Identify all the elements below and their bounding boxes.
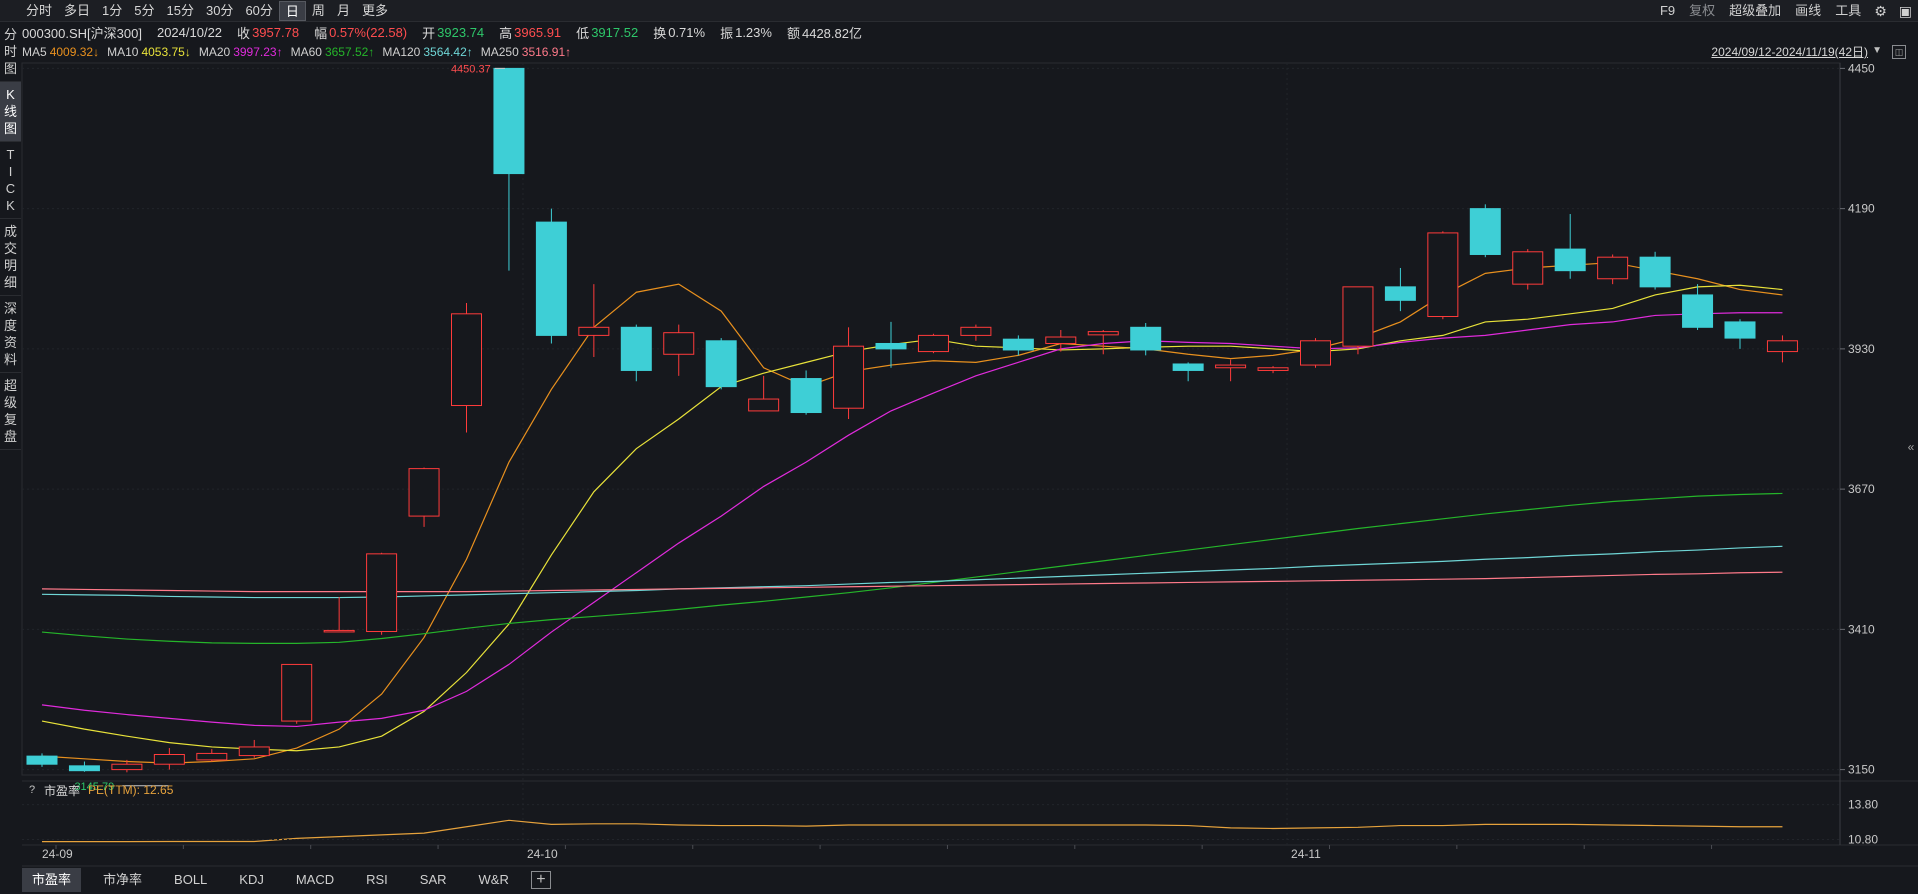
- candle-body-1: [68, 765, 100, 772]
- pe-tick-label-1: 10.80: [1848, 833, 1878, 847]
- candle-body-17: [748, 398, 780, 412]
- max-price-label: 4450.37: [451, 63, 491, 75]
- indicator-tab-2[interactable]: BOLL: [164, 868, 217, 892]
- indicator-tab-7[interactable]: W&R: [469, 868, 519, 892]
- candle-body-24: [1045, 336, 1077, 344]
- double-chevron-left-icon[interactable]: «: [1904, 440, 1918, 460]
- candle-body-39: [1682, 294, 1714, 328]
- candle-body-0: [26, 755, 58, 765]
- left-tab-2[interactable]: T I C K: [0, 142, 21, 219]
- indicator-header: ? 市盈率 PE(TTM): 12.65: [26, 782, 173, 798]
- candle-body-23: [1002, 338, 1034, 351]
- candle-body-36: [1554, 248, 1586, 272]
- candle-body-12: [535, 221, 567, 336]
- candle-body-35: [1512, 251, 1544, 285]
- candle-body-27: [1172, 363, 1204, 371]
- kline-chart[interactable]: 4450 4190 3930 3670 3410 3150 24-09 24-10 24-11 4…: [0, 0, 1918, 894]
- indicator-tab-4[interactable]: MACD: [286, 868, 344, 892]
- y-tick-label-1: 4190: [1848, 202, 1875, 216]
- candle-body-21: [917, 334, 949, 353]
- y-tick-label-0: 4450: [1848, 61, 1875, 75]
- y-tick-label-5: 3150: [1848, 763, 1875, 777]
- candle-body-18: [790, 378, 822, 414]
- left-view-tabs: 分 时 图K 线 图T I C K成 交 明 细深 度 资 料超 级 复 盘: [0, 22, 21, 450]
- candle-body-29: [1257, 367, 1289, 371]
- left-tab-3[interactable]: 成 交 明 细: [0, 219, 21, 296]
- candle-body-40: [1724, 321, 1756, 339]
- indicator-tab-3[interactable]: KDJ: [229, 868, 274, 892]
- y-tick-label-3: 3670: [1848, 482, 1875, 496]
- candle-body-32: [1384, 286, 1416, 301]
- candle-body-25: [1087, 331, 1119, 336]
- candle-body-4: [196, 752, 228, 761]
- candle-body-6: [281, 663, 313, 722]
- candle-body-33: [1427, 232, 1459, 318]
- candle-body-5: [238, 746, 270, 757]
- indicator-name: 市盈率: [44, 783, 81, 798]
- left-tab-1[interactable]: K 线 图: [0, 82, 21, 142]
- help-icon[interactable]: ?: [26, 784, 38, 797]
- x-tick-label-1: 24-10: [527, 847, 558, 861]
- indicator-tabs: 市盈率 市净率 BOLL KDJ MACD RSI SAR W&R +: [22, 868, 551, 892]
- left-tab-5[interactable]: 超 级 复 盘: [0, 373, 21, 450]
- candle-body-9: [408, 468, 440, 517]
- pe-tick-label-0: 13.80: [1848, 798, 1878, 812]
- left-tab-0[interactable]: 分 时 图: [0, 22, 21, 82]
- candle-body-38: [1639, 256, 1671, 288]
- candle-body-30: [1300, 340, 1331, 366]
- candle-body-34: [1469, 208, 1501, 255]
- candle-body-37: [1597, 256, 1629, 280]
- candle-body-20: [875, 342, 907, 350]
- candle-body-11: [493, 67, 525, 175]
- candle-body-14: [620, 326, 652, 371]
- candle-body-10: [451, 313, 482, 407]
- candle-body-15: [663, 332, 695, 355]
- x-tick-label-0: 24-09: [42, 847, 73, 861]
- candle-body-19: [833, 345, 865, 409]
- indicator-value: PE(TTM): 12.65: [88, 783, 174, 797]
- indicator-tab-5[interactable]: RSI: [356, 868, 398, 892]
- indicator-tab-1[interactable]: 市净率: [93, 868, 152, 892]
- candle-body-16: [705, 340, 737, 388]
- candle-body-7: [323, 629, 355, 633]
- left-tab-4[interactable]: 深 度 资 料: [0, 296, 21, 373]
- ma-line-ma120: [41, 545, 1783, 599]
- candle-body-8: [366, 553, 398, 633]
- candle-body-41: [1766, 340, 1798, 353]
- ma-line-ma60: [41, 492, 1783, 644]
- candle-body-13: [578, 326, 610, 336]
- y-tick-label-4: 3410: [1848, 622, 1875, 636]
- x-tick-label-2: 24-11: [1291, 847, 1321, 861]
- candle-body-22: [960, 326, 992, 336]
- indicator-tab-0[interactable]: 市盈率: [22, 868, 82, 892]
- y-tick-label-2: 3930: [1848, 342, 1875, 356]
- candle-body-26: [1130, 326, 1162, 351]
- candle-body-31: [1342, 286, 1374, 347]
- pe-line: [42, 819, 1783, 843]
- candle-body-3: [153, 754, 185, 765]
- indicator-tab-6[interactable]: SAR: [410, 868, 457, 892]
- plus-icon[interactable]: +: [530, 871, 551, 889]
- candle-body-2: [111, 763, 143, 771]
- candle-body-28: [1215, 364, 1247, 369]
